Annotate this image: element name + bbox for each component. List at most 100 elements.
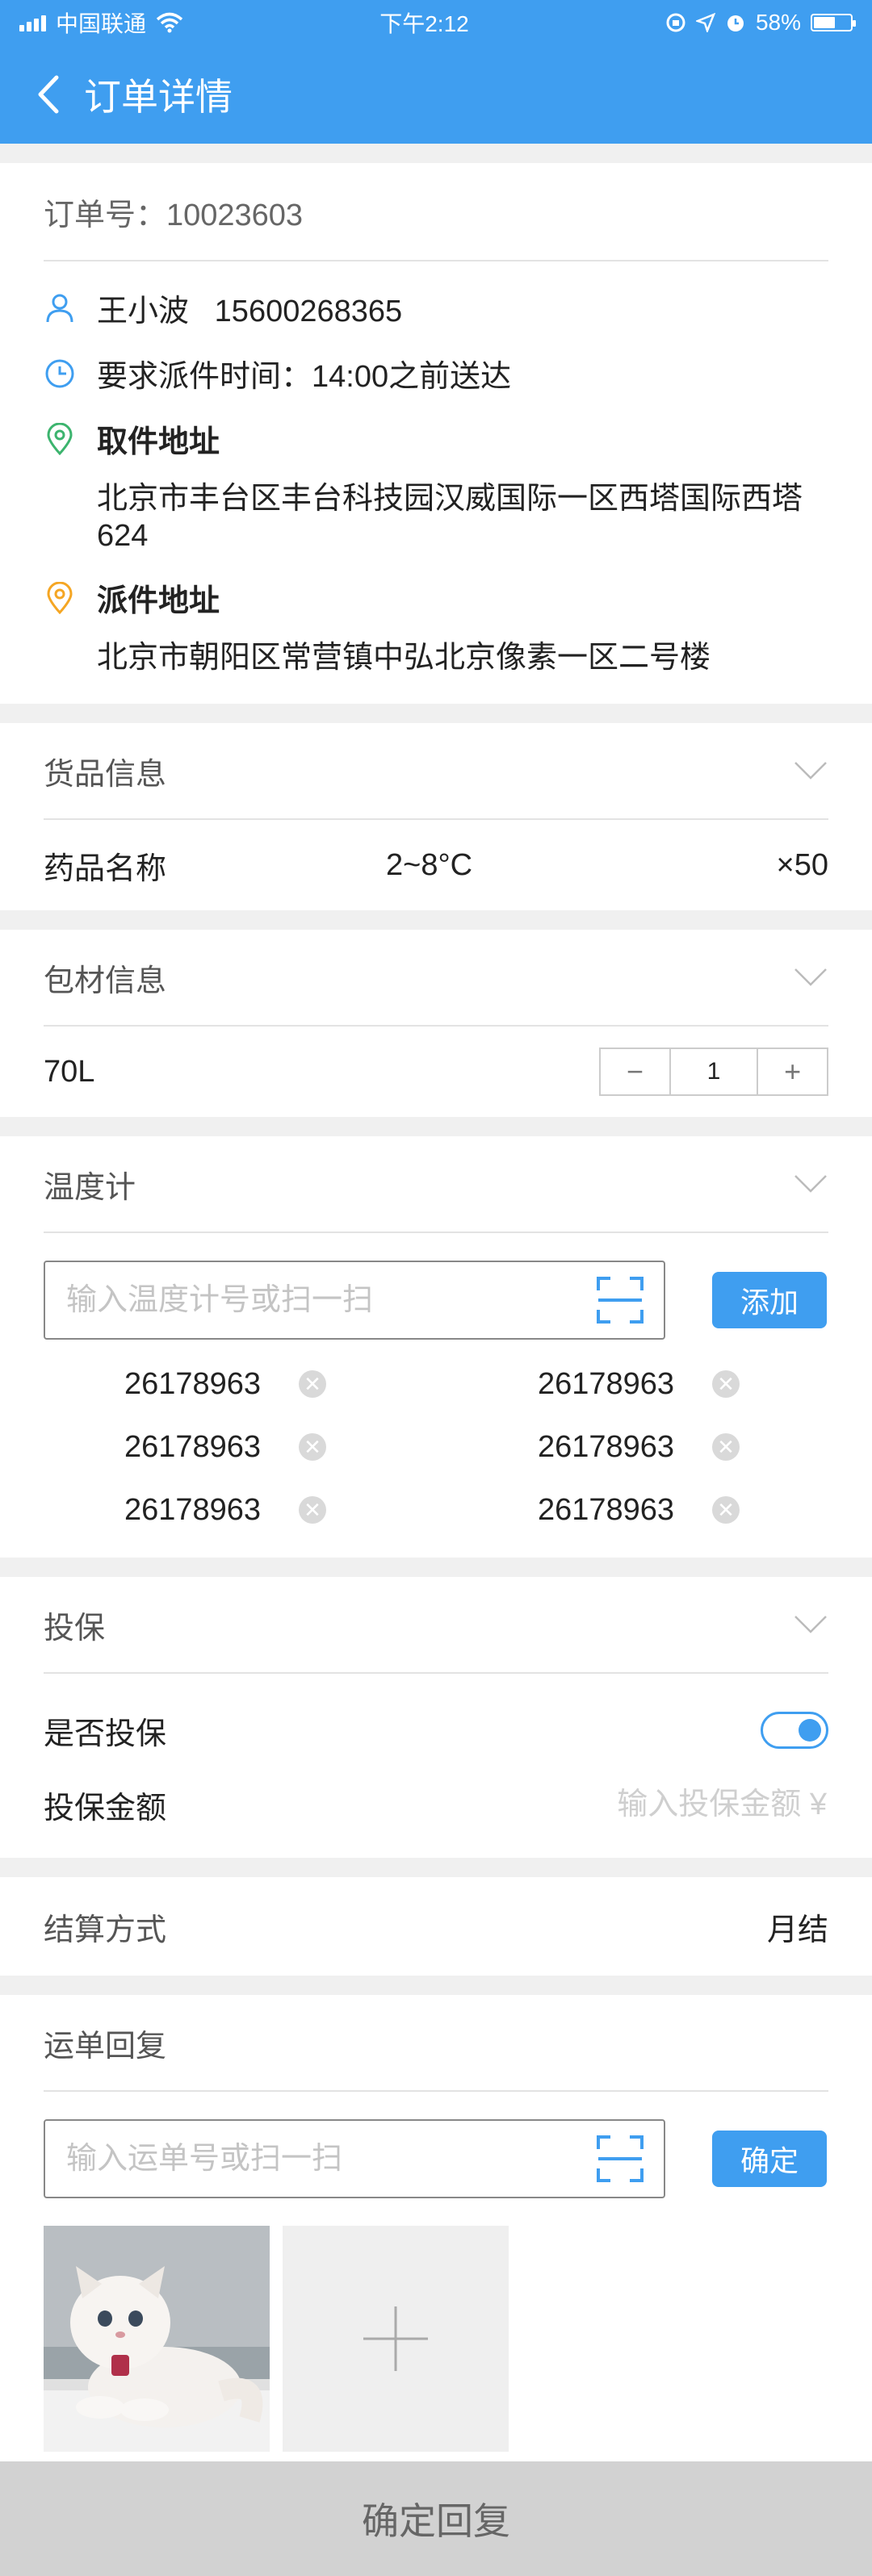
insurance-section-header[interactable]: 投保 bbox=[44, 1577, 828, 1674]
section-title: 包材信息 bbox=[44, 964, 167, 998]
battery-percent: 58% bbox=[755, 10, 801, 35]
section-title: 货品信息 bbox=[44, 757, 167, 792]
thermometer-number: 26178963 bbox=[538, 1366, 675, 1401]
goods-section-header[interactable]: 货品信息 bbox=[44, 723, 828, 820]
section-title: 运单回复 bbox=[44, 2029, 167, 2064]
back-button[interactable] bbox=[36, 72, 68, 117]
quantity-stepper: − 1 + bbox=[599, 1048, 828, 1096]
settlement-label: 结算方式 bbox=[44, 1913, 167, 1947]
thermometer-card: 温度计 添加 26178963 ✕ 26178963 ✕ 26178963 ✕ … bbox=[0, 1136, 872, 1558]
packaging-item: 70L bbox=[44, 1054, 95, 1089]
section-title: 投保 bbox=[44, 1611, 106, 1646]
pickup-address: 北京市丰台区丰台科技园汉威国际一区西塔国际西塔624 bbox=[97, 482, 803, 553]
delivery-address: 北京市朝阳区常营镇中弘北京像素一区二号楼 bbox=[97, 641, 711, 675]
alarm-icon bbox=[727, 15, 744, 31]
order-number: 订单号：10023603 bbox=[44, 163, 828, 261]
settlement-value: 月结 bbox=[766, 1913, 828, 1947]
settlement-card: 结算方式 月结 bbox=[0, 1877, 872, 1976]
waybill-section-header: 运单回复 bbox=[44, 1995, 828, 2092]
battery-icon bbox=[811, 14, 856, 31]
clock-icon bbox=[45, 359, 74, 387]
thermometer-number: 26178963 bbox=[124, 1492, 262, 1527]
thermometer-item: 26178963 ✕ bbox=[538, 1487, 780, 1533]
carrier-label: 中国联通 bbox=[56, 11, 147, 36]
quantity-value[interactable]: 1 bbox=[669, 1049, 759, 1094]
delivery-row: 派件地址 bbox=[44, 575, 828, 620]
packaging-row: 70L − 1 + bbox=[44, 1027, 828, 1117]
thermometer-list: 26178963 ✕ 26178963 ✕ 26178963 ✕ 2617896… bbox=[44, 1340, 828, 1558]
status-bar: 中国联通 下午2:12 58% bbox=[0, 0, 872, 45]
delivery-address-label: 派件地址 bbox=[97, 584, 220, 618]
user-icon bbox=[46, 294, 73, 322]
thermometer-item: 26178963 ✕ bbox=[124, 1361, 538, 1407]
status-time: 下午2:12 bbox=[379, 11, 469, 36]
chevron-down-icon bbox=[794, 1616, 827, 1633]
chevron-down-icon bbox=[794, 968, 827, 986]
chevron-down-icon bbox=[794, 1175, 827, 1193]
insurance-amount-label: 投保金额 bbox=[44, 1791, 167, 1825]
thermometer-input[interactable] bbox=[65, 1282, 552, 1319]
chevron-down-icon bbox=[794, 762, 827, 780]
goods-row: 药品名称 2~8°C ×50 bbox=[44, 820, 828, 910]
customer-row: 王小波 15600268365 bbox=[44, 286, 828, 330]
waybill-input-box bbox=[44, 2119, 665, 2198]
confirm-waybill-button[interactable]: 确定 bbox=[712, 2131, 827, 2187]
increment-button[interactable]: + bbox=[758, 1049, 827, 1094]
waybill-input[interactable] bbox=[65, 2140, 552, 2177]
thermometer-input-row: 添加 bbox=[44, 1261, 828, 1340]
insurance-card: 投保 是否投保 投保金额 bbox=[0, 1577, 872, 1858]
location-pin-icon bbox=[47, 581, 73, 614]
delivery-deadline: 要求派件时间：14:00之前送达 bbox=[97, 360, 512, 394]
thermometer-item: 26178963 ✕ bbox=[124, 1424, 538, 1470]
thermometer-item: 26178963 ✕ bbox=[538, 1361, 780, 1407]
plus-icon bbox=[363, 2306, 428, 2371]
thermometer-input-box bbox=[44, 1261, 665, 1340]
settlement-row[interactable]: 结算方式 月结 bbox=[44, 1877, 828, 1976]
close-icon[interactable]: ✕ bbox=[299, 1496, 326, 1524]
wifi-icon bbox=[156, 12, 183, 33]
close-icon[interactable]: ✕ bbox=[712, 1370, 740, 1398]
section-title: 温度计 bbox=[44, 1170, 136, 1205]
thermometer-number: 26178963 bbox=[124, 1366, 262, 1401]
scan-icon[interactable] bbox=[596, 2135, 644, 2183]
thermometer-number: 26178963 bbox=[538, 1492, 675, 1527]
close-icon[interactable]: ✕ bbox=[712, 1496, 740, 1524]
close-icon[interactable]: ✕ bbox=[712, 1433, 740, 1461]
goods-quantity: ×50 bbox=[776, 847, 828, 882]
add-photo-button[interactable] bbox=[283, 2226, 509, 2452]
customer-info: 王小波 15600268365 bbox=[97, 295, 403, 328]
packaging-card: 包材信息 70L − 1 + bbox=[0, 930, 872, 1117]
insurance-toggle-row: 是否投保 bbox=[44, 1693, 828, 1767]
order-info-card: 订单号：10023603 王小波 15600268365 要求派件时间：14:0… bbox=[0, 163, 872, 704]
location-arrow-icon bbox=[695, 13, 715, 32]
deadline-row: 要求派件时间：14:00之前送达 bbox=[44, 351, 828, 395]
insurance-amount-row: 投保金额 bbox=[44, 1767, 828, 1842]
signal-icon bbox=[19, 14, 46, 31]
orientation-lock-icon bbox=[666, 13, 685, 32]
goods-name: 药品名称 bbox=[44, 851, 167, 886]
thermometer-section-header[interactable]: 温度计 bbox=[44, 1136, 828, 1233]
thermometer-number: 26178963 bbox=[124, 1429, 262, 1464]
insurance-amount-input[interactable] bbox=[583, 1786, 828, 1823]
thermometer-item: 26178963 ✕ bbox=[124, 1487, 538, 1533]
scan-icon[interactable] bbox=[596, 1276, 644, 1324]
goods-card: 货品信息 药品名称 2~8°C ×50 bbox=[0, 723, 872, 910]
insurance-toggle[interactable] bbox=[761, 1712, 828, 1749]
page-title: 订单详情 bbox=[84, 76, 233, 118]
submit-reply-button[interactable]: 确定回复 bbox=[0, 2461, 872, 2576]
close-icon[interactable]: ✕ bbox=[299, 1370, 326, 1398]
decrement-button[interactable]: − bbox=[601, 1049, 669, 1094]
pickup-address-label: 取件地址 bbox=[97, 425, 220, 459]
insurance-toggle-label: 是否投保 bbox=[44, 1717, 167, 1751]
cat-photo-thumbnail[interactable] bbox=[44, 2226, 270, 2452]
location-pin-icon bbox=[47, 422, 73, 455]
photo-list bbox=[44, 2198, 828, 2484]
add-thermometer-button[interactable]: 添加 bbox=[712, 1272, 827, 1328]
waybill-card: 运单回复 确定 bbox=[0, 1995, 872, 2484]
pickup-row: 取件地址 bbox=[44, 416, 828, 461]
thermometer-item: 26178963 ✕ bbox=[538, 1424, 780, 1470]
packaging-section-header[interactable]: 包材信息 bbox=[44, 930, 828, 1027]
chevron-left-icon bbox=[38, 75, 59, 114]
waybill-input-row: 确定 bbox=[44, 2119, 828, 2198]
close-icon[interactable]: ✕ bbox=[299, 1433, 326, 1461]
